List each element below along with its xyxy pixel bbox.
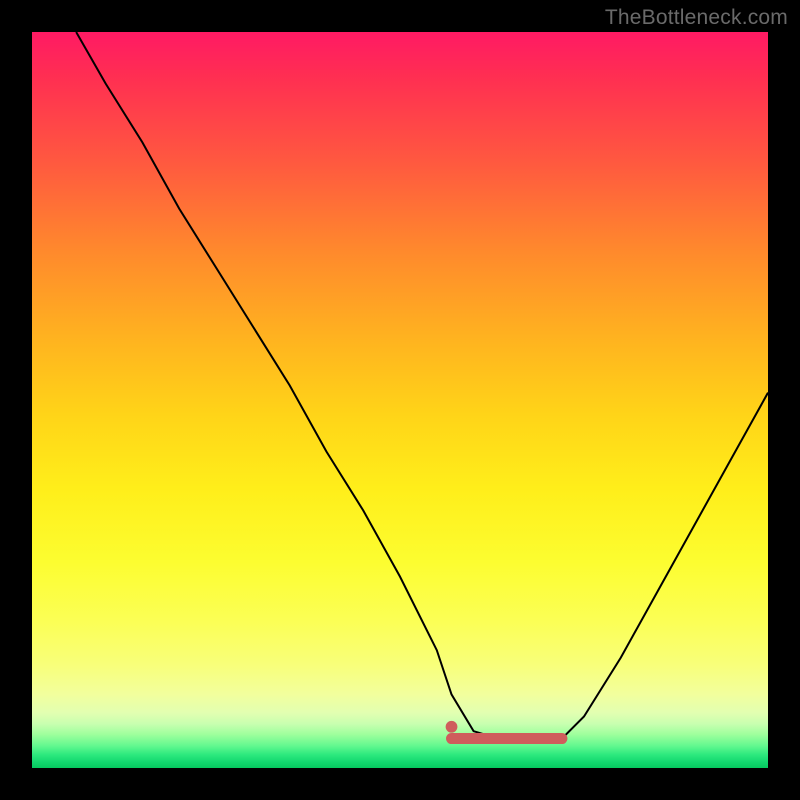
chart-stage: TheBottleneck.com — [0, 0, 800, 800]
gradient-background — [32, 32, 768, 768]
plot-area — [32, 32, 768, 768]
watermark-text: TheBottleneck.com — [605, 6, 788, 30]
